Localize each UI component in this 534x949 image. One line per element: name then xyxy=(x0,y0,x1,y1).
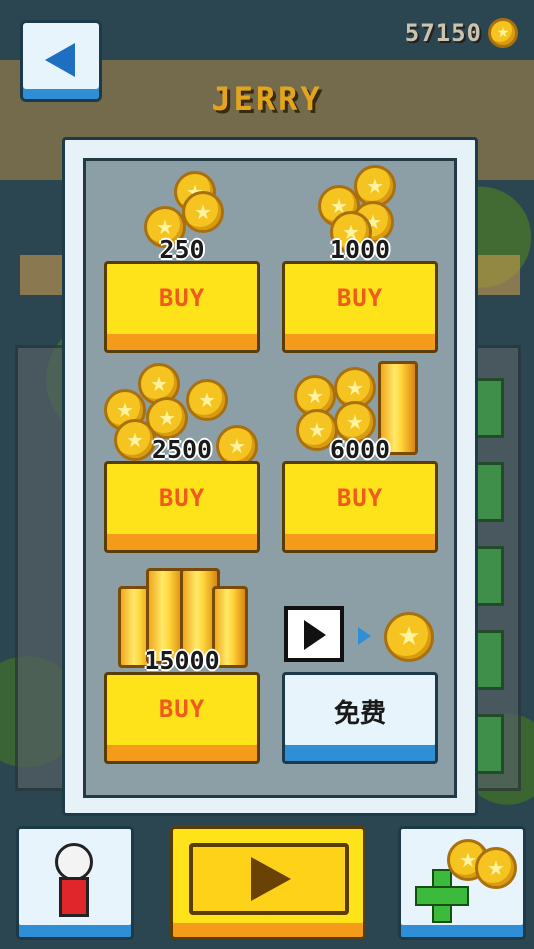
buy-button-6000[interactable]: BUY xyxy=(282,461,438,553)
coin-pack-1000: 1000 BUY xyxy=(282,161,438,353)
gacha-button[interactable] xyxy=(16,826,134,940)
coin-pack-250: 250 BUY xyxy=(104,161,260,353)
buy-button-label: BUY xyxy=(158,695,206,723)
coin-shop-panel: 250 BUY 1000 BUY xyxy=(83,158,457,798)
watch-video-for-coins xyxy=(282,572,438,670)
video-ad-icon xyxy=(284,606,344,662)
free-button-label: 免费 xyxy=(333,699,386,729)
coin-pack-6000: 6000 BUY xyxy=(282,361,438,553)
arrow-right-icon xyxy=(358,627,371,645)
coin-pack-15000: 15000 BUY xyxy=(104,568,260,764)
coin-pack-amount: 6000 xyxy=(329,435,391,464)
buy-button-250[interactable]: BUY xyxy=(104,261,260,353)
coin-pack-amount: 1000 xyxy=(329,235,391,264)
coin-pack-amount: 2500 xyxy=(151,435,213,464)
star-coin-icon xyxy=(384,612,434,662)
buy-button-label: BUY xyxy=(158,284,206,312)
buy-button-15000[interactable]: BUY xyxy=(104,672,260,764)
buy-button-2500[interactable]: BUY xyxy=(104,461,260,553)
free-coins-offer: 免费 xyxy=(282,572,438,764)
buy-button-1000[interactable]: BUY xyxy=(282,261,438,353)
buy-button-label: BUY xyxy=(158,484,206,512)
play-icon xyxy=(251,857,291,901)
free-coins-button[interactable]: 免费 xyxy=(282,672,438,764)
player-name: JERRY xyxy=(211,80,323,118)
coin-shop-dialog: 250 BUY 1000 BUY xyxy=(62,137,478,816)
star-coin-icon xyxy=(488,18,518,48)
coin-pack-amount: 15000 xyxy=(144,646,220,675)
gacha-machine-icon xyxy=(55,843,93,919)
coin-balance-value: 57150 xyxy=(404,19,482,47)
play-button[interactable] xyxy=(170,826,366,940)
buy-button-label: BUY xyxy=(336,284,384,312)
coin-pack-2500: 2500 BUY xyxy=(104,361,260,553)
buy-button-label: BUY xyxy=(336,484,384,512)
back-arrow-icon xyxy=(45,43,75,77)
star-coin-icon xyxy=(475,847,517,889)
coin-balance: 57150 xyxy=(405,18,518,48)
add-coins-button[interactable] xyxy=(398,826,526,940)
coin-pack-amount: 250 xyxy=(159,235,205,264)
play-button-frame xyxy=(189,843,349,915)
